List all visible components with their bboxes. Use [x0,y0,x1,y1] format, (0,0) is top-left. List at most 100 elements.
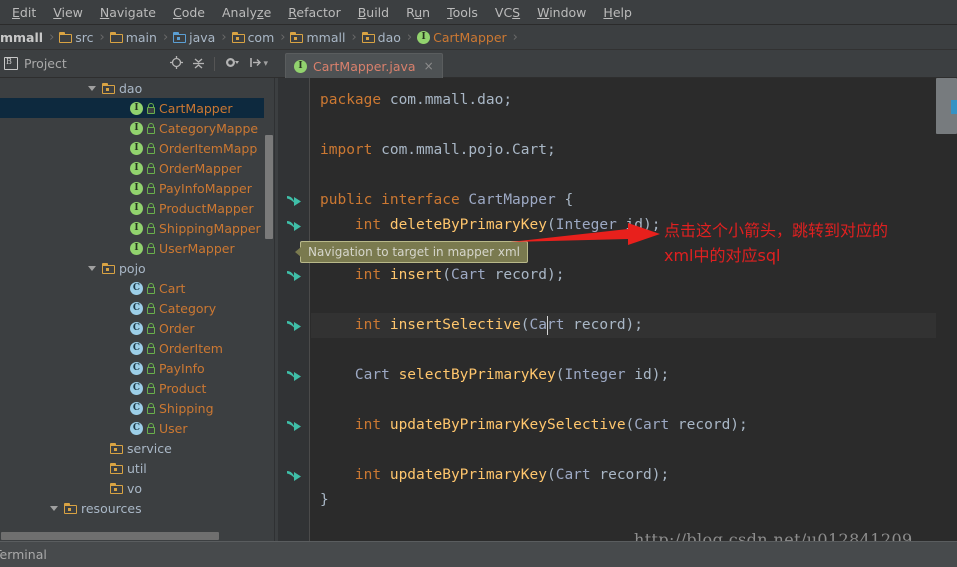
tree-item-label: Product [159,380,207,396]
terminal-button[interactable]: Terminal [0,547,47,562]
tree-item-order[interactable]: C Order [0,318,264,338]
lock-icon [147,402,155,414]
breadcrumb-item-mmall[interactable]: mmall [0,30,43,45]
breadcrumb-item-mmall[interactable]: mmall [290,30,345,45]
editor-marker-bar[interactable] [936,78,957,541]
code-token: int [320,267,390,283]
menu-item-analyze[interactable]: Analyze [214,3,280,22]
tree-item-vo[interactable]: vo [0,478,264,498]
menu-item-navigate[interactable]: Navigate [92,3,165,22]
tree-item-pojo[interactable]: pojo [0,258,264,278]
tree-item-categorymappe[interactable]: I CategoryMappe [0,118,264,138]
menu-item-edit[interactable]: Edit [4,3,45,22]
code-line[interactable]: Cart selectByPrimaryKey(Integer id); [320,363,669,388]
tree-item-product[interactable]: C Product [0,378,264,398]
breadcrumb-item-java[interactable]: java [173,30,215,45]
tree-item-ordermapper[interactable]: I OrderMapper [0,158,264,178]
toolbar-divider [214,57,215,71]
code-token: ( [442,267,451,283]
menu-item-window[interactable]: Window [529,3,595,22]
navigate-to-mapper-xml-icon[interactable] [286,468,302,483]
tree-item-label: OrderMapper [159,160,242,176]
marker-stripe [951,100,957,114]
code-line[interactable]: package com.mmall.dao; [320,88,512,113]
chevron-down-icon[interactable] [50,505,58,511]
tree-item-shipping[interactable]: C Shipping [0,398,264,418]
folder-package [110,442,123,454]
lock-icon [147,302,155,314]
tree-item-category[interactable]: C Category [0,298,264,318]
menu-item-vcs[interactable]: VCS [487,3,529,22]
settings-gear-icon[interactable] [224,56,240,72]
navigate-to-mapper-xml-icon[interactable] [286,218,302,233]
navigate-to-mapper-xml-icon[interactable] [286,268,302,283]
breadcrumb-separator: › [280,29,286,45]
navigate-to-mapper-xml-icon[interactable] [286,418,302,433]
code-line[interactable]: } [320,488,329,513]
breadcrumb-separator: › [49,29,55,45]
tree-item-dao[interactable]: dao [0,78,264,98]
code-line[interactable]: int insertSelective(Cart record); [320,313,643,338]
tree-item-shippingmapper[interactable]: I ShippingMapper [0,218,264,238]
tree-item-service[interactable]: service [0,438,264,458]
tree-item-util[interactable]: util [0,458,264,478]
tree-horizontal-scrollbar[interactable] [0,530,264,541]
navigate-to-mapper-xml-icon[interactable] [286,318,302,333]
tree-item-label: dao [119,80,143,96]
navigate-to-mapper-xml-icon[interactable] [286,368,302,383]
code-line[interactable]: int insert(Cart record); [320,263,565,288]
breadcrumb-item-cartmapper[interactable]: I CartMapper [417,30,507,45]
breadcrumb-item-src[interactable]: src [59,30,94,45]
tree-item-label: util [127,460,147,476]
tree-item-user[interactable]: C User [0,418,264,438]
code-token: int [320,467,390,483]
editor-gutter[interactable] [278,78,310,541]
project-tree[interactable]: dao I CartMapper I CategoryMappe I OrderItemMa… [0,78,264,530]
menu-item-help[interactable]: Help [595,3,641,22]
class-icon: C [130,421,143,435]
tree-item-usermapper[interactable]: I UserMapper [0,238,264,258]
tree-item-cart[interactable]: C Cart [0,278,264,298]
scrollbar-thumb[interactable] [265,135,273,239]
menu-item-code[interactable]: Code [165,3,214,22]
hide-window-icon[interactable] [249,56,262,72]
tree-item-payinfo[interactable]: C PayInfo [0,358,264,378]
menu-item-refactor[interactable]: Refactor [280,3,349,22]
breadcrumb-item-com[interactable]: com [231,30,274,45]
tree-item-label: ShippingMapper [159,220,261,236]
close-icon[interactable]: × [424,59,434,73]
locate-icon[interactable] [170,56,183,72]
tab-cartmapper-java[interactable]: I CartMapper.java × [285,53,443,78]
menu-item-run[interactable]: Run [398,3,439,22]
class-icon: C [130,381,143,395]
menu-item-view[interactable]: View [45,3,92,22]
code-token: ( [546,467,556,483]
menu-item-tools[interactable]: Tools [439,3,487,22]
tree-item-cartmapper[interactable]: I CartMapper [0,98,264,118]
code-line[interactable]: int updateByPrimaryKeySelective(Cart rec… [320,413,748,438]
menu-item-build[interactable]: Build [350,3,398,22]
code-line[interactable]: int updateByPrimaryKey(Cart record); [320,463,669,488]
code-area[interactable]: package com.mmall.dao; import com.mmall.p… [311,78,936,541]
tree-item-orderitem[interactable]: C OrderItem [0,338,264,358]
code-token: selectByPrimaryKey [398,367,556,383]
navigate-to-mapper-xml-icon[interactable] [286,193,302,208]
code-line[interactable]: public interface CartMapper { [320,188,573,213]
tree-item-payinfomapper[interactable]: I PayInfoMapper [0,178,264,198]
status-bar: Terminal [0,541,957,567]
tree-item-orderitemmapp[interactable]: I OrderItemMapp [0,138,264,158]
breadcrumb-item-main[interactable]: main [109,30,157,45]
code-editor[interactable]: package com.mmall.dao; import com.mmall.p… [278,78,936,541]
tool-window-title: Project [24,56,67,71]
breadcrumb-item-dao[interactable]: dao [361,30,401,45]
collapse-all-icon[interactable] [192,56,205,72]
chevron-down-icon[interactable] [88,265,96,271]
code-line[interactable]: import com.mmall.pojo.Cart; [320,138,556,163]
chevron-down-icon[interactable] [88,85,96,91]
tree-item-resources[interactable]: resources [0,498,264,518]
breadcrumb-label: java [189,29,216,45]
scrollbar-thumb[interactable] [1,532,219,540]
code-token: record); [669,417,748,433]
tree-item-productmapper[interactable]: I ProductMapper [0,198,264,218]
tree-vertical-scrollbar[interactable] [264,78,274,530]
